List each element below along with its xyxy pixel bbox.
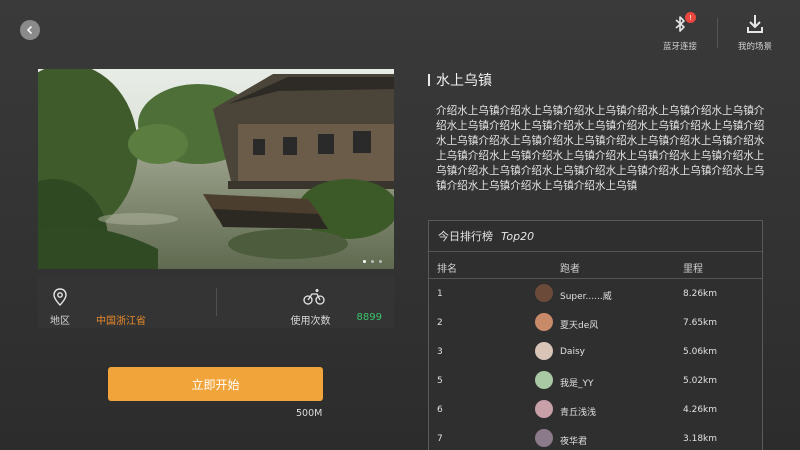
carousel-dot[interactable] xyxy=(371,260,374,263)
my-scenes-button[interactable]: 我的场景 xyxy=(726,14,784,52)
download-icon xyxy=(747,15,763,33)
row-runner-name: 夜华君 xyxy=(560,437,588,447)
carousel-dot[interactable] xyxy=(379,260,382,263)
scene-description: 介绍水上乌镇介绍水上乌镇介绍水上乌镇介绍水上乌镇介绍水上乌镇介绍水上乌镇介绍水上… xyxy=(436,105,765,192)
column-header-runner: 跑者 xyxy=(560,264,580,275)
row-distance: 5.06km xyxy=(683,347,718,357)
bicycle-icon xyxy=(302,288,325,310)
scene-title-bar: 水上乌镇 xyxy=(428,70,492,90)
region-label: 地区 xyxy=(50,316,70,327)
table-row[interactable]: 2 夏天de风 7.65km xyxy=(429,308,762,337)
avatar xyxy=(535,313,553,331)
row-distance: 7.65km xyxy=(683,318,718,328)
location-pin-icon xyxy=(52,288,68,310)
divider xyxy=(717,18,718,48)
scene-photo[interactable] xyxy=(38,69,394,269)
download-size: 500M xyxy=(296,408,323,419)
usage-label: 使用次数 xyxy=(290,316,331,327)
row-distance: 5.02km xyxy=(683,376,718,386)
region-cell: 地区 中国浙江省 xyxy=(38,276,216,328)
row-rank: 7 xyxy=(437,434,443,444)
chevron-left-icon xyxy=(26,25,33,35)
table-row[interactable]: 7 夜华君 3.18km xyxy=(429,424,762,450)
bluetooth-connect-button[interactable]: ! 蓝牙连接 xyxy=(651,12,709,52)
table-row[interactable]: 1 Super......威 8.26km xyxy=(429,279,762,308)
bluetooth-label: 蓝牙连接 xyxy=(662,42,697,52)
ranking-panel: 今日排行榜 Top20 排名 跑者 里程 1 Super......威 8.26… xyxy=(428,220,763,450)
ranking-title: 今日排行榜 xyxy=(438,230,493,243)
table-row[interactable]: 6 青丘浅浅 4.26km xyxy=(429,395,762,424)
avatar xyxy=(535,429,553,447)
scene-info-panel: 地区 中国浙江省 使用次数 8899 xyxy=(38,276,394,328)
start-now-button[interactable]: 立即开始 xyxy=(108,367,323,401)
scene-image xyxy=(38,69,394,269)
avatar xyxy=(535,284,553,302)
row-runner-name: Daisy xyxy=(560,347,585,357)
top-actions: ! 蓝牙连接 我的场景 xyxy=(651,12,784,52)
row-runner-name: 我是_YY xyxy=(560,379,594,389)
row-rank: 2 xyxy=(437,318,443,328)
region-value: 中国浙江省 xyxy=(96,316,146,327)
row-rank: 1 xyxy=(437,289,443,299)
table-row[interactable]: 5 我是_YY 5.02km xyxy=(429,366,762,395)
column-header-rank: 排名 xyxy=(437,264,457,275)
my-scenes-label: 我的场景 xyxy=(737,42,772,52)
notification-badge: ! xyxy=(685,12,696,23)
row-runner-name: 青丘浅浅 xyxy=(560,408,597,418)
table-row[interactable]: 3 Daisy 5.06km xyxy=(429,337,762,366)
row-distance: 4.26km xyxy=(683,405,718,415)
row-runner-name: Super......威 xyxy=(560,292,612,302)
carousel-dot[interactable] xyxy=(363,260,366,263)
ranking-subtitle: Top20 xyxy=(501,229,535,243)
usage-count: 8899 xyxy=(356,312,382,323)
carousel-dots[interactable] xyxy=(363,260,382,263)
row-runner-name: 夏天de风 xyxy=(560,321,599,331)
back-button[interactable] xyxy=(20,20,40,40)
row-rank: 5 xyxy=(437,376,443,386)
ranking-column-headers: 排名 跑者 里程 xyxy=(429,252,762,279)
row-rank: 3 xyxy=(437,347,443,357)
ranking-header: 今日排行榜 Top20 xyxy=(429,221,762,252)
usage-cell: 使用次数 8899 xyxy=(217,276,395,328)
row-distance: 3.18km xyxy=(683,434,718,444)
row-rank: 6 xyxy=(437,405,443,415)
avatar xyxy=(535,400,553,418)
row-distance: 8.26km xyxy=(683,289,718,299)
scene-title: 水上乌镇 xyxy=(436,73,492,89)
avatar xyxy=(535,342,553,360)
title-accent-bar xyxy=(428,74,430,86)
ranking-list: 1 Super......威 8.26km 2 夏天de风 7.65km 3 D… xyxy=(429,279,762,450)
column-header-distance: 里程 xyxy=(683,264,703,275)
avatar xyxy=(535,371,553,389)
